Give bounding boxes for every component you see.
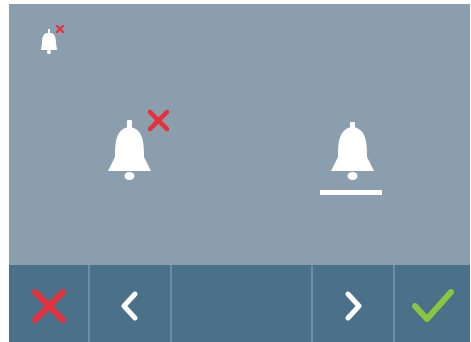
- chevron-right-icon: [345, 291, 362, 320]
- selection-underline: [320, 190, 382, 195]
- bottom-toolbar: [9, 265, 470, 342]
- ringer-settings-screen: [9, 4, 470, 342]
- confirm-button[interactable]: [395, 265, 470, 342]
- bell-muted-option[interactable]: [101, 105, 183, 187]
- previous-button[interactable]: [90, 265, 172, 342]
- checkmark-icon: [411, 288, 454, 322]
- close-icon: [31, 288, 66, 323]
- cancel-button[interactable]: [9, 265, 90, 342]
- next-button[interactable]: [313, 265, 395, 342]
- bell-icon: [331, 122, 374, 180]
- toolbar-blank-slot: [172, 265, 313, 342]
- chevron-left-icon: [121, 291, 138, 320]
- status-bell-muted-icon: [36, 24, 70, 58]
- close-icon: [147, 109, 170, 132]
- bell-icon: [108, 120, 151, 180]
